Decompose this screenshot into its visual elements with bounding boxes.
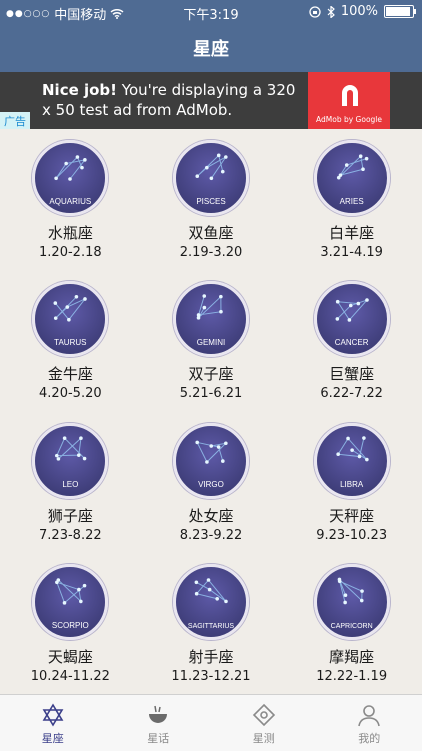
zodiac-name: 处女座 xyxy=(188,505,233,526)
admob-mark-icon xyxy=(339,82,361,108)
tab-label: 星测 xyxy=(253,730,275,746)
zodiac-date: 4.20-5.20 xyxy=(39,386,102,401)
zodiac-cell[interactable]: AQUARIUS 水瓶座 1.20-2.18 xyxy=(0,129,141,270)
libra-icon: LIBRA xyxy=(314,423,390,499)
battery-percent: 100% xyxy=(341,4,378,19)
admob-brand: AdMob by Google xyxy=(308,115,390,124)
tab-star-test[interactable]: 星测 xyxy=(211,695,317,751)
zodiac-name: 白羊座 xyxy=(329,222,374,243)
capricorn-icon: CAPRICORN xyxy=(314,564,390,640)
zodiac-name: 巨蟹座 xyxy=(329,363,374,384)
zodiac-cell[interactable]: SCORPIO 天蝎座 10.24-11.22 xyxy=(0,553,141,694)
admob-logo: AdMob by Google xyxy=(308,72,390,129)
ad-badge: 广告 xyxy=(0,112,30,129)
star-of-david-icon xyxy=(41,703,65,727)
cancer-icon: CANCER xyxy=(314,281,390,357)
sagittarius-icon: SAGITTARIUS xyxy=(173,564,249,640)
pisces-icon: PISCES xyxy=(173,140,249,216)
zodiac-cell[interactable]: LEO 狮子座 7.23-8.22 xyxy=(0,412,141,553)
ad-text: Nice job! You're displaying a 320 x 50 t… xyxy=(42,80,304,120)
zodiac-cell[interactable]: SAGITTARIUS 射手座 11.23-12.21 xyxy=(141,553,282,694)
zodiac-cell[interactable]: ARIES 白羊座 3.21-4.19 xyxy=(281,129,422,270)
zodiac-date: 11.23-12.21 xyxy=(171,669,250,684)
zodiac-date: 6.22-7.22 xyxy=(320,386,383,401)
tab-label: 星座 xyxy=(42,730,64,746)
zodiac-cell[interactable]: CANCER 巨蟹座 6.22-7.22 xyxy=(281,270,422,411)
zodiac-grid: AQUARIUS 水瓶座 1.20-2.18 PISCES 双鱼座 2.19-3… xyxy=(0,129,422,694)
zodiac-name: 狮子座 xyxy=(48,505,93,526)
tab-label: 我的 xyxy=(358,730,380,746)
leo-icon: LEO xyxy=(32,423,108,499)
tab-label: 星话 xyxy=(147,730,169,746)
diamond-target-icon xyxy=(252,703,276,727)
battery-icon xyxy=(384,5,414,18)
zodiac-name: 摩羯座 xyxy=(329,646,374,667)
zodiac-date: 12.22-1.19 xyxy=(316,669,387,684)
zodiac-cell[interactable]: TAURUS 金牛座 4.20-5.20 xyxy=(0,270,141,411)
zodiac-date: 10.24-11.22 xyxy=(31,669,110,684)
zodiac-name: 射手座 xyxy=(188,646,233,667)
gemini-icon: GEMINI xyxy=(173,281,249,357)
nav-bar: 星座 xyxy=(0,24,422,72)
tab-constellation[interactable]: 星座 xyxy=(0,695,106,751)
zodiac-date: 7.23-8.22 xyxy=(39,528,102,543)
zodiac-name: 金牛座 xyxy=(48,363,93,384)
bowl-icon xyxy=(146,703,170,727)
person-icon xyxy=(357,703,381,727)
zodiac-cell[interactable]: VIRGO 处女座 8.23-9.22 xyxy=(141,412,282,553)
zodiac-cell[interactable]: PISCES 双鱼座 2.19-3.20 xyxy=(141,129,282,270)
ad-headline: Nice job! xyxy=(42,81,117,99)
zodiac-cell[interactable]: LIBRA 天秤座 9.23-10.23 xyxy=(281,412,422,553)
bluetooth-icon xyxy=(327,6,335,18)
zodiac-date: 5.21-6.21 xyxy=(180,386,243,401)
zodiac-name: 水瓶座 xyxy=(48,222,93,243)
zodiac-date: 8.23-9.22 xyxy=(180,528,243,543)
zodiac-date: 9.23-10.23 xyxy=(316,528,387,543)
zodiac-name: 天秤座 xyxy=(329,505,374,526)
tab-star-talk[interactable]: 星话 xyxy=(106,695,212,751)
zodiac-name: 双子座 xyxy=(188,363,233,384)
aries-icon: ARIES xyxy=(314,140,390,216)
tab-bar: 星座 星话 星测 我的 xyxy=(0,694,422,751)
page-title: 星座 xyxy=(193,35,229,61)
scorpio-icon: SCORPIO xyxy=(32,564,108,640)
status-bar: ●●○○○ 中国移动 下午3:19 100% xyxy=(0,0,422,24)
taurus-icon: TAURUS xyxy=(32,281,108,357)
zodiac-name: 双鱼座 xyxy=(188,222,233,243)
virgo-icon: VIRGO xyxy=(173,423,249,499)
tab-mine[interactable]: 我的 xyxy=(317,695,422,751)
zodiac-date: 2.19-3.20 xyxy=(180,245,243,260)
zodiac-cell[interactable]: CAPRICORN 摩羯座 12.22-1.19 xyxy=(281,553,422,694)
aquarius-icon: AQUARIUS xyxy=(32,140,108,216)
zodiac-cell[interactable]: GEMINI 双子座 5.21-6.21 xyxy=(141,270,282,411)
zodiac-name: 天蝎座 xyxy=(48,646,93,667)
ad-banner[interactable]: 广告 Nice job! You're displaying a 320 x 5… xyxy=(0,72,422,129)
zodiac-date: 3.21-4.19 xyxy=(320,245,383,260)
zodiac-date: 1.20-2.18 xyxy=(39,245,102,260)
rotation-lock-icon xyxy=(309,6,321,18)
